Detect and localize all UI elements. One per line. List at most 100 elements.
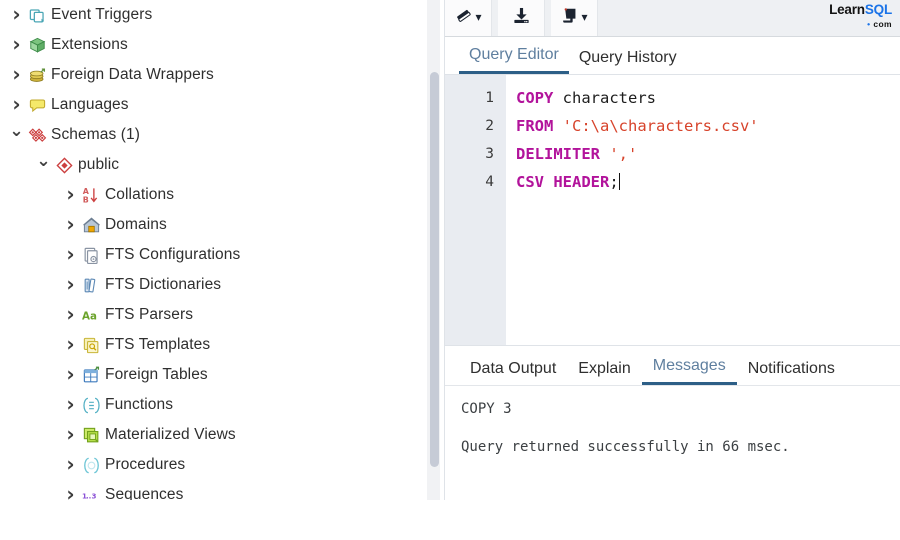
sql-token-str: ','	[609, 145, 637, 163]
learnsql-logo: LearnSQL • com	[829, 3, 892, 28]
line-number: 2	[445, 112, 506, 140]
line-number-gutter: 1234	[445, 75, 506, 345]
collations-icon: AB	[80, 185, 102, 205]
tree-item-foreign-tables[interactable]: Foreign Tables	[0, 360, 432, 390]
tab-query-history[interactable]: Query History	[569, 49, 687, 74]
tree-item-public[interactable]: public	[0, 150, 432, 180]
logo-learn-text: Learn	[829, 2, 865, 17]
chevron-right-icon[interactable]	[63, 245, 78, 265]
sql-line: DELIMITER ','	[516, 140, 900, 168]
tree-item-label: Foreign Tables	[105, 366, 208, 384]
tree-item-label: Languages	[51, 96, 129, 114]
chevron-right-icon[interactable]	[63, 395, 78, 415]
tree-item-foreign-data-wrappers[interactable]: Foreign Data Wrappers	[0, 60, 432, 90]
fts-parsers-icon: Aa	[80, 305, 102, 325]
sql-token-kw: DELIMITER	[516, 145, 600, 163]
tree-item-label: Schemas (1)	[51, 126, 140, 144]
macros-button[interactable]: ▾	[551, 0, 598, 36]
sql-line: FROM 'C:\a\characters.csv'	[516, 112, 900, 140]
svg-text:3: 3	[91, 491, 96, 500]
sql-editor[interactable]: 1234 COPY charactersFROM 'C:\a\character…	[445, 75, 900, 345]
chevron-right-icon[interactable]	[9, 95, 24, 115]
svg-text:A: A	[82, 186, 89, 195]
chevron-right-icon[interactable]	[63, 425, 78, 445]
languages-icon	[26, 95, 48, 115]
tree-item-materialized-views[interactable]: Materialized Views	[0, 420, 432, 450]
line-number: 3	[445, 140, 506, 168]
query-tool-panel: ▾	[444, 0, 900, 500]
line-number: 4	[445, 168, 506, 196]
sql-token-id: characters	[563, 89, 656, 107]
tree-item-label: public	[78, 156, 119, 174]
schemas-icon	[26, 125, 48, 145]
query-tool-toolbar: ▾	[445, 0, 900, 37]
chevron-right-icon[interactable]	[63, 335, 78, 355]
tab-query-editor[interactable]: Query Editor	[459, 46, 569, 74]
tree-item-sequences[interactable]: 1..3Sequences	[0, 480, 432, 500]
text-caret	[619, 173, 620, 190]
clear-query-button[interactable]: ▾	[445, 0, 492, 36]
tree-item-fts-templates[interactable]: FTS Templates	[0, 330, 432, 360]
logo-dot: •	[867, 19, 870, 29]
sql-code-area[interactable]: COPY charactersFROM 'C:\a\characters.csv…	[506, 75, 900, 345]
tree-item-languages[interactable]: Languages	[0, 90, 432, 120]
tab-notifications[interactable]: Notifications	[737, 360, 846, 385]
object-browser-tree[interactable]: Event Triggers Extensions Foreign Data Wra…	[0, 0, 432, 500]
save-file-button[interactable]	[498, 0, 545, 36]
event-triggers-icon	[26, 5, 48, 25]
results-tabstrip[interactable]: Data OutputExplainMessagesNotifications	[445, 346, 900, 386]
chevron-right-icon[interactable]	[63, 365, 78, 385]
tree-item-extensions[interactable]: Extensions	[0, 30, 432, 60]
tree-item-fts-dictionaries[interactable]: FTS Dictionaries	[0, 270, 432, 300]
tree-item-fts-configurations[interactable]: FTS Configurations	[0, 240, 432, 270]
sql-token-kw: FROM	[516, 117, 553, 135]
chevron-right-icon[interactable]	[63, 275, 78, 295]
sql-line: COPY characters	[516, 84, 900, 112]
message-line: Query returned successfully in 66 msec.	[461, 438, 900, 457]
messages-output: COPY 3Query returned successfully in 66 …	[445, 386, 900, 540]
chevron-right-icon[interactable]	[63, 185, 78, 205]
schema-public-icon	[53, 155, 75, 175]
tree-item-label: Extensions	[51, 36, 128, 54]
tree-item-domains[interactable]: Domains	[0, 210, 432, 240]
sql-token-kw: CSV	[516, 173, 544, 191]
tree-item-functions[interactable]: Functions	[0, 390, 432, 420]
tree-item-label: FTS Templates	[105, 336, 210, 354]
chevron-down-icon[interactable]	[9, 127, 24, 144]
chevron-right-icon[interactable]	[63, 485, 78, 500]
sql-token-id	[553, 89, 562, 107]
sql-token-id	[553, 117, 562, 135]
sql-line: CSV HEADER;	[516, 168, 900, 196]
tree-item-collations[interactable]: ABCollations	[0, 180, 432, 210]
tree-item-event-triggers[interactable]: Event Triggers	[0, 0, 432, 30]
sql-token-id	[544, 173, 553, 191]
macro-icon	[560, 6, 579, 30]
tree-scrollbar-thumb[interactable]	[430, 72, 439, 467]
tree-item-label: Event Triggers	[51, 6, 152, 24]
chevron-down-icon: ▾	[581, 10, 587, 24]
chevron-down-icon[interactable]	[36, 157, 51, 174]
tree-item-schemas-1[interactable]: Schemas (1)	[0, 120, 432, 150]
logo-sql-text: SQL	[865, 2, 892, 17]
tree-item-fts-parsers[interactable]: AaFTS Parsers	[0, 300, 432, 330]
materialized-views-icon	[80, 425, 102, 445]
tree-item-label: Collations	[105, 186, 174, 204]
chevron-right-icon[interactable]	[9, 35, 24, 55]
tree-item-label: Materialized Views	[105, 426, 236, 444]
chevron-right-icon[interactable]	[9, 5, 24, 25]
chevron-right-icon[interactable]	[63, 305, 78, 325]
sql-token-str: 'C:\a\characters.csv'	[563, 117, 759, 135]
tab-messages[interactable]: Messages	[642, 357, 737, 385]
chevron-right-icon[interactable]	[63, 215, 78, 235]
chevron-right-icon[interactable]	[63, 455, 78, 475]
fts-configurations-icon	[80, 245, 102, 265]
tree-item-label: Domains	[105, 216, 167, 234]
tab-explain[interactable]: Explain	[567, 360, 641, 385]
query-tool-tabstrip[interactable]: Query EditorQuery History	[445, 37, 900, 75]
fts-templates-icon	[80, 335, 102, 355]
functions-icon	[80, 395, 102, 415]
chevron-right-icon[interactable]	[9, 65, 24, 85]
tab-data-output[interactable]: Data Output	[459, 360, 567, 385]
results-panel: Data OutputExplainMessagesNotifications …	[445, 345, 900, 500]
tree-item-procedures[interactable]: Procedures	[0, 450, 432, 480]
